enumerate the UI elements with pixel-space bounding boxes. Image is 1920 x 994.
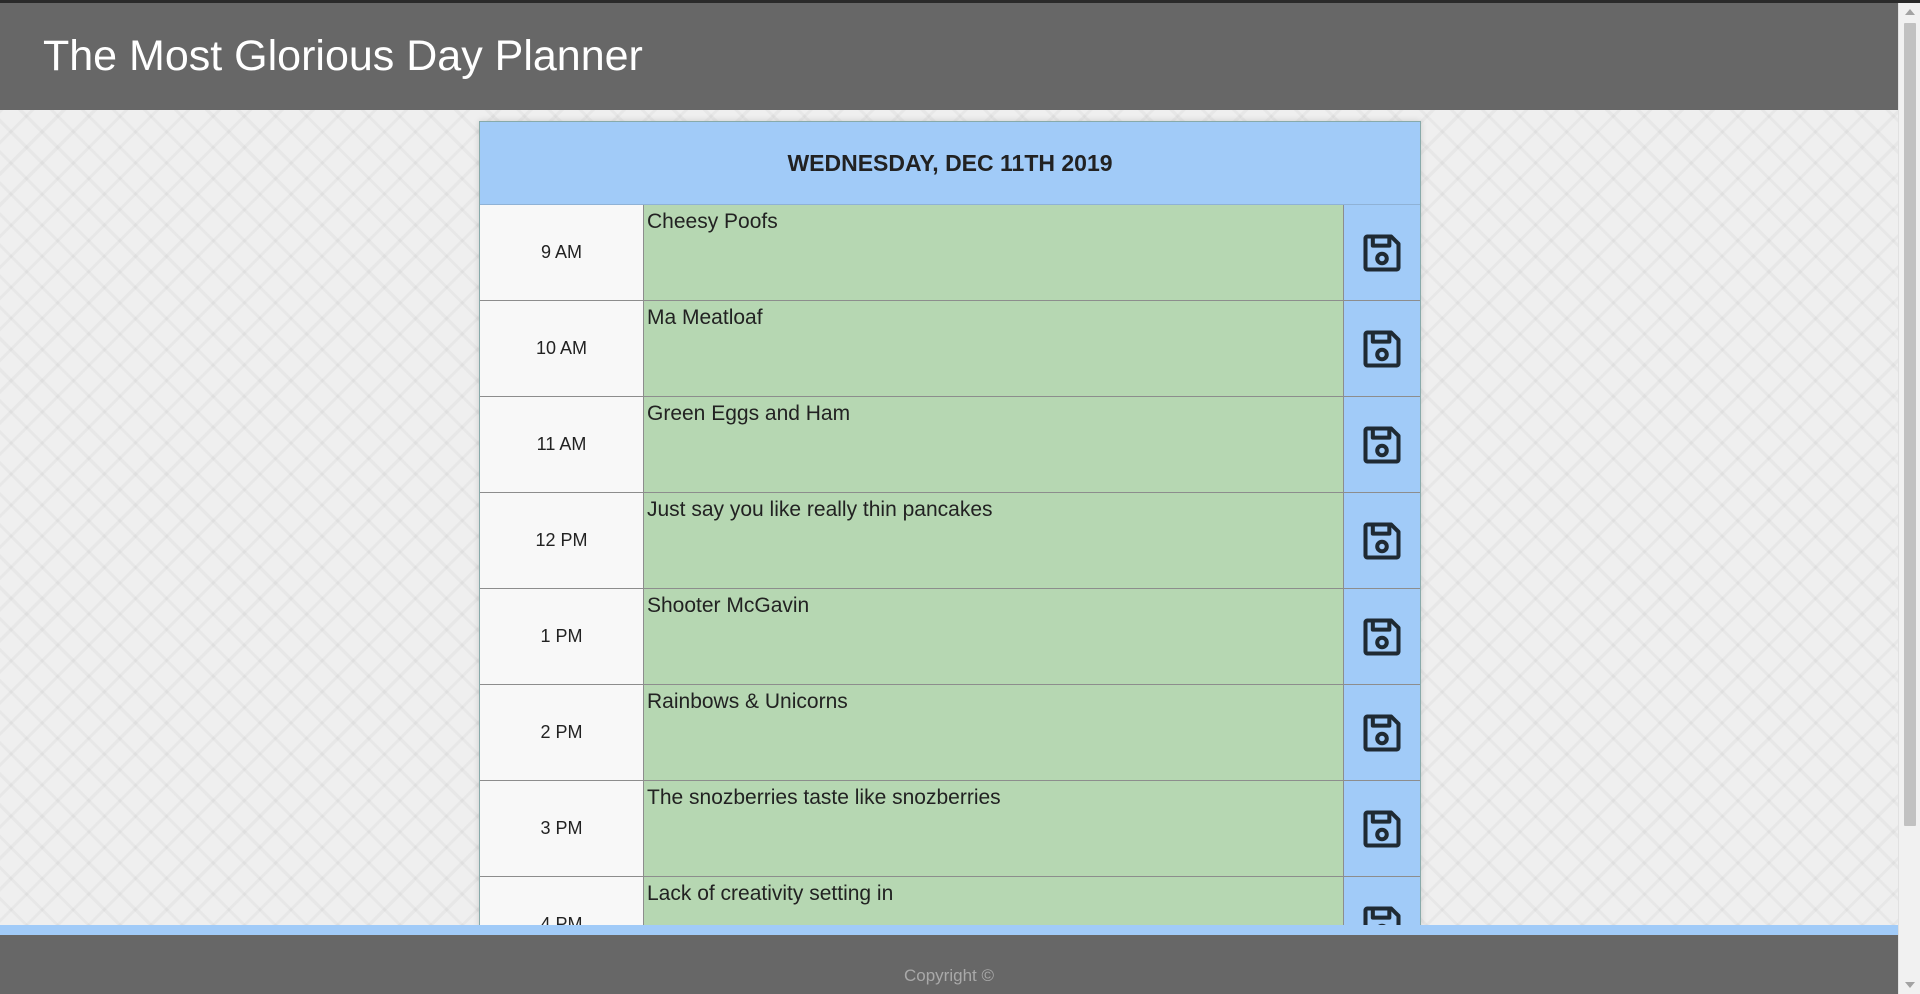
hour-label: 10 AM [480,301,644,396]
save-icon [1363,809,1401,848]
time-block-row: 10 AM Ma Meatloaf [480,301,1420,397]
event-description-input[interactable]: Lack of creativity setting in [644,877,1344,928]
current-date: WEDNESDAY, DEC 11TH 2019 [480,122,1420,205]
save-button[interactable] [1344,205,1420,300]
save-icon [1363,713,1401,752]
save-button[interactable] [1344,301,1420,396]
hour-label: 11 AM [480,397,644,492]
save-icon [1363,233,1401,272]
save-button[interactable] [1344,685,1420,780]
save-button[interactable] [1344,781,1420,876]
event-description-input[interactable]: Just say you like really thin pancakes [644,493,1344,588]
hour-label: 3 PM [480,781,644,876]
hour-label: 12 PM [480,493,644,588]
hour-label: 2 PM [480,685,644,780]
hour-label: 1 PM [480,589,644,684]
scroll-down-arrow-icon[interactable] [1905,982,1915,988]
save-button[interactable] [1344,493,1420,588]
hour-label: 9 AM [480,205,644,300]
event-description-input[interactable]: The snozberries taste like snozberries [644,781,1344,876]
time-block-row: 1 PM Shooter McGavin [480,589,1420,685]
vertical-scrollbar[interactable] [1898,3,1920,994]
copyright-text: Copyright © [903,965,994,985]
save-button[interactable] [1344,877,1420,928]
save-button[interactable] [1344,589,1420,684]
save-icon [1363,617,1401,656]
time-block-row: 3 PM The snozberries taste like snozberr… [480,781,1420,877]
hour-label: 4 PM [480,877,644,928]
event-description-input[interactable]: Cheesy Poofs [644,205,1344,300]
save-icon [1363,425,1401,464]
time-block-row: 11 AM Green Eggs and Ham [480,397,1420,493]
scroll-up-arrow-icon[interactable] [1905,9,1915,15]
time-block-row: 12 PM Just say you like really thin panc… [480,493,1420,589]
time-block-row: 9 AM Cheesy Poofs [480,205,1420,301]
event-description-input[interactable]: Shooter McGavin [644,589,1344,684]
page-title: The Most Glorious Day Planner [43,32,643,80]
time-block-row: 2 PM Rainbows & Unicorns [480,685,1420,781]
page-footer: Copyright © [0,935,1898,994]
event-description-input[interactable]: Green Eggs and Ham [644,397,1344,492]
footer-accent-strip [0,925,1898,935]
save-button[interactable] [1344,397,1420,492]
event-description-input[interactable]: Rainbows & Unicorns [644,685,1344,780]
time-block-row: 4 PM Lack of creativity setting in [480,877,1420,928]
save-icon [1363,521,1401,560]
event-description-input[interactable]: Ma Meatloaf [644,301,1344,396]
app-header: The Most Glorious Day Planner [0,3,1898,110]
planner-container: WEDNESDAY, DEC 11TH 2019 9 AM Cheesy Poo… [479,121,1421,929]
scrollbar-thumb[interactable] [1904,23,1916,826]
save-icon [1363,329,1401,368]
